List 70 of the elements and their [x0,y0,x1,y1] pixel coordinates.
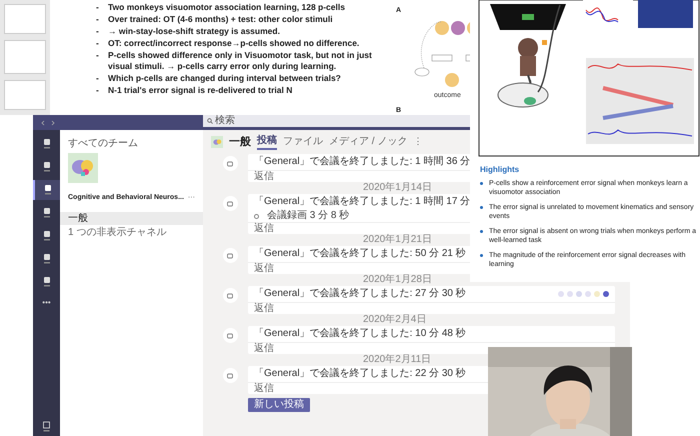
bullet-dash: - [96,50,100,62]
reply-link[interactable]: 返信 [254,303,274,314]
help-button[interactable] [42,421,51,432]
app-icon [42,276,50,288]
bullet-dash: - [96,26,100,37]
highlights-title: Highlights [480,164,520,176]
recording-icon [254,214,259,218]
post-text: 「General」で会議を終了しました: 1 時間 17 分 [254,196,470,208]
more-apps-icon[interactable]: ••• [42,297,51,309]
meeting-avatar [223,368,238,383]
bullet-dash: - [96,14,100,25]
bullet-text: OT: correct/incorrect response→p-cells showed no difference. [108,38,360,49]
app-icon [42,138,50,150]
bullet-text: P-cells showed difference only in Visuomotor task, but not in just visual stimuli. → p-cells carry error only during learning. [108,50,373,72]
new-post-button[interactable]: 新しい投稿 [248,398,310,412]
reply-link[interactable]: 返信 [254,383,274,394]
channel-tab[interactable]: メディア / ノック [329,134,408,150]
bullet-dash: - [96,85,100,96]
back-link[interactable]: すべてのチーム [60,138,138,150]
channel-icon [211,136,223,148]
app-icon [42,208,50,218]
help-icon [42,421,51,432]
date-separator: 2020年2月11日 [363,354,432,366]
meeting-avatar [223,156,238,171]
bullet-icon [480,206,483,209]
post-text: 「General」で会議を終了しました: 50 分 21 秒 [254,248,466,260]
bullet-text: Which p-cells are changed during interval between trials? [108,73,342,84]
recording-title: 会議録画 3 分 8 秒 [267,210,350,222]
bullet-dash: - [96,2,100,13]
slide-thumbnails-drawing[interactable] [0,0,50,115]
search-icon [207,118,213,124]
team-logo [68,153,98,183]
rail-item[interactable] [33,180,60,200]
bullet-dash: - [96,38,100,49]
channel-item[interactable]: 一般 [60,212,203,224]
app-icon [44,184,52,196]
meeting-avatar [223,248,238,263]
bullet-icon [480,254,483,257]
meeting-avatar [223,196,238,211]
reply-link[interactable]: 返信 [254,223,274,234]
more-icon[interactable]: ⋮ [413,135,422,149]
post-text: 「General」で会議を終了しました: 1 時間 36 分 [254,156,470,168]
meeting-avatar [223,288,238,303]
bullet-dash: - [96,73,100,84]
date-separator: 2020年1月28日 [363,274,432,286]
reply-link[interactable]: 返信 [254,263,274,274]
channel-title: 一般 [229,134,251,150]
date-separator: 2020年1月14日 [363,182,432,194]
meeting-avatar [223,328,238,343]
hidden-channels-link[interactable]: 1 つの非表示チャネル [68,226,166,238]
date-separator: 2020年2月4日 [363,314,426,326]
bullet-icon [480,182,483,185]
app-icon [42,254,50,264]
post-text: 「General」で会議を終了しました: 10 分 48 秒 [254,328,466,340]
reaction-icon[interactable] [603,291,609,297]
bullet-text: Two monkeys visuomotor association learning, 128 p-cells [108,2,346,13]
date-separator: 2020年1月21日 [363,234,432,246]
reply-link[interactable]: 返信 [254,171,274,182]
post-text: 「General」で会議を終了しました: 22 分 30 秒 [254,368,466,380]
bullet-text: Over trained: OT (4-6 months) + test: other color stimuli [108,14,334,25]
post-text: 「General」で会議を終了しました: 27 分 30 秒 [254,288,466,300]
app-icon [42,230,50,242]
channel-tab[interactable]: 投稿 [257,134,277,150]
app-icon [42,162,50,172]
bullet-text: N-1 trial's error signal is re-delivered to trial N [108,85,294,96]
search-input[interactable]: 検索 [215,115,295,127]
channel-tab[interactable]: ファイル [283,134,323,150]
reply-link[interactable]: 返信 [254,343,274,354]
bullet-icon [480,230,483,233]
bullet-text: → win-stay-lose-shift strategy is assumed. [108,26,281,37]
